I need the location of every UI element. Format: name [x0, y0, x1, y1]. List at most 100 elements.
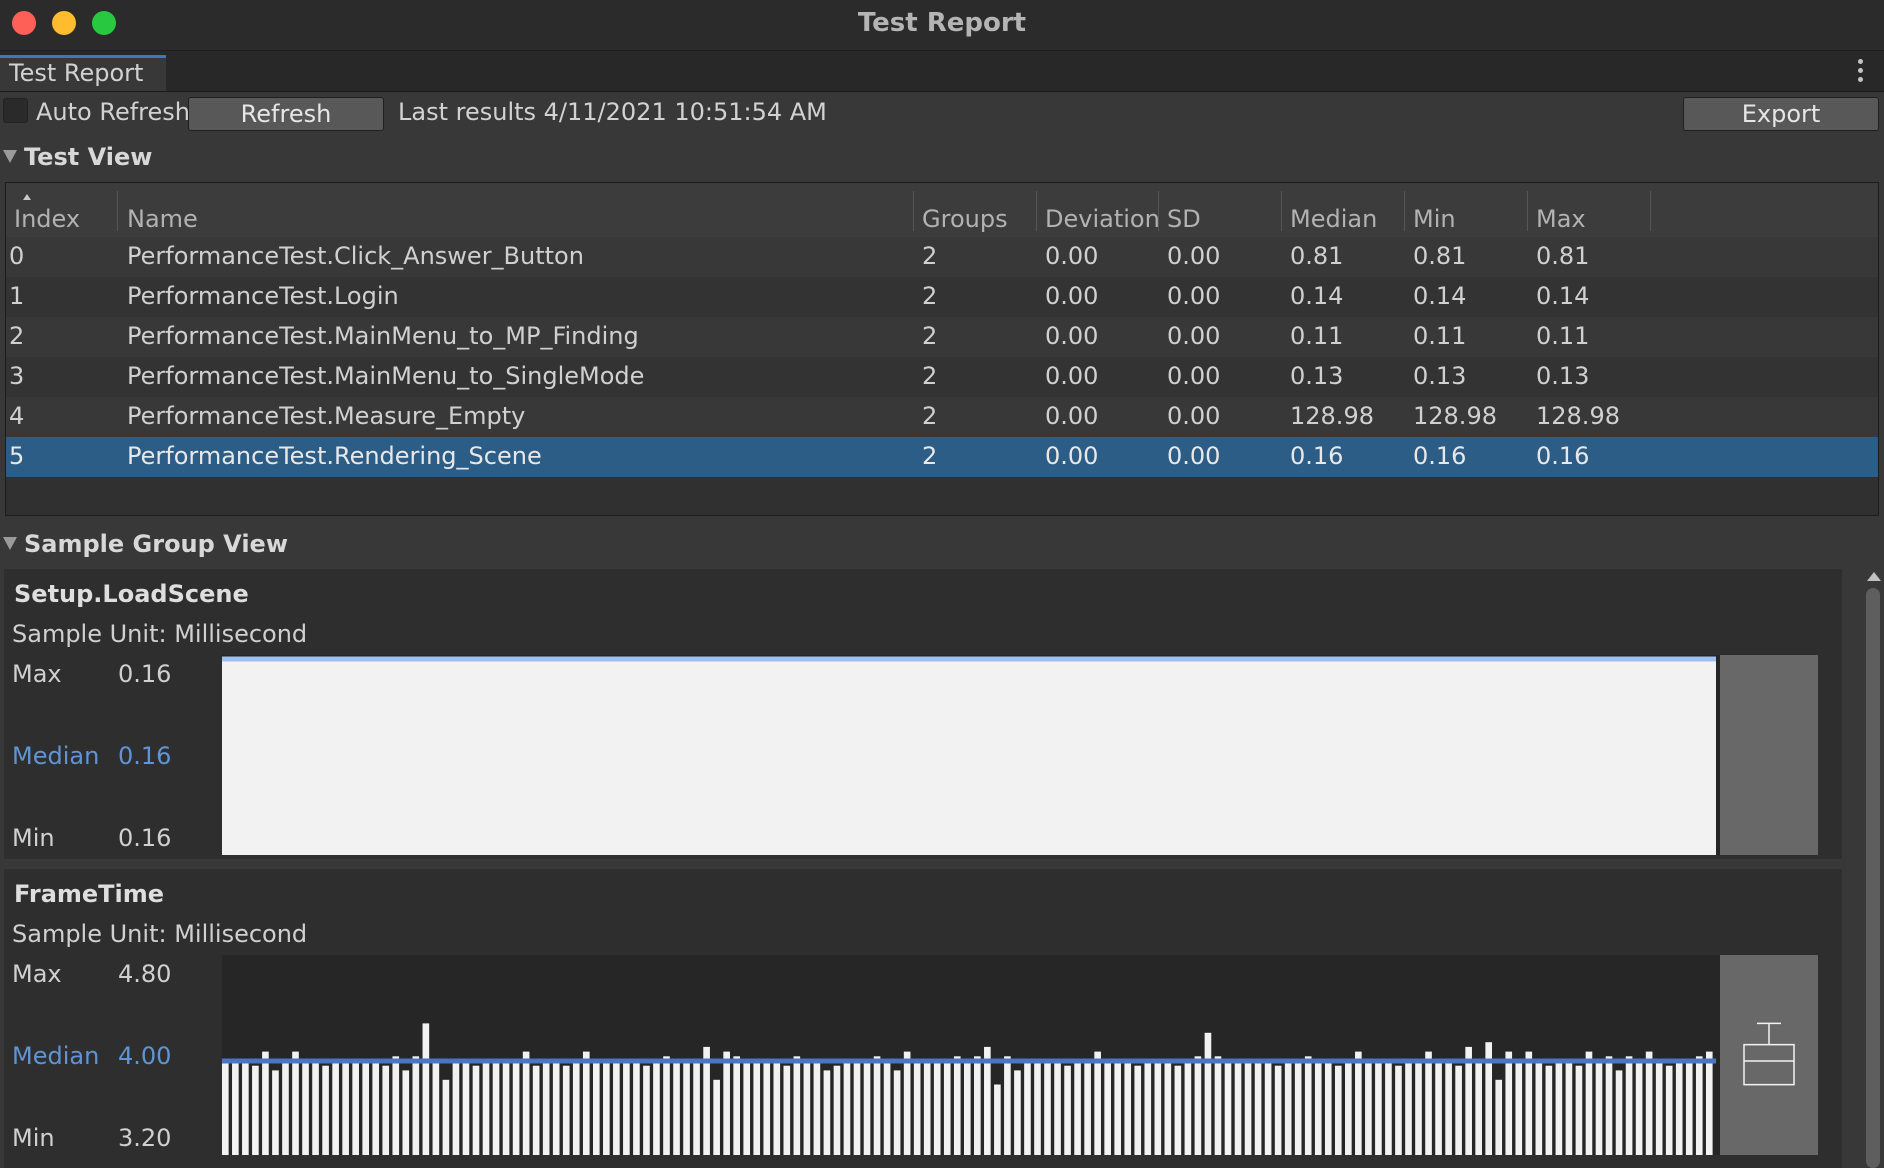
- sample-bar: [1074, 1058, 1081, 1155]
- sample-bar: [392, 1056, 400, 1155]
- col-header-max[interactable]: Max: [1536, 205, 1586, 237]
- sample-bar: [572, 1058, 580, 1155]
- sample-bar: [302, 1058, 309, 1155]
- cell-min: 0.11: [1413, 322, 1467, 350]
- col-header-index[interactable]: Index: [14, 205, 80, 237]
- sample-bar: [582, 1051, 590, 1155]
- sample-bar: [1224, 1058, 1232, 1155]
- sample-bar: [1124, 1061, 1132, 1155]
- auto-refresh-checkbox[interactable]: [3, 98, 28, 123]
- sort-ascending-icon: [23, 194, 31, 200]
- sample-bar: [863, 1058, 871, 1155]
- sample-bar: [883, 1058, 891, 1155]
- sample-bar: [462, 1061, 470, 1155]
- sample-bar: [312, 1058, 319, 1155]
- sample-bar: [1655, 1058, 1663, 1155]
- sample-bar: [512, 1061, 520, 1155]
- sample-bar-chart: [222, 655, 1818, 855]
- foldout-triangle-icon: [3, 150, 17, 163]
- sample-bar: [282, 1058, 289, 1155]
- sample-bar: [482, 1061, 490, 1155]
- sample-bar: [1365, 1061, 1372, 1155]
- sample-bar: [322, 1065, 329, 1155]
- median-line: [222, 656, 1716, 662]
- table-row[interactable]: 1 PerformanceTest.Login 2 0.00 0.00 0.14 0.14 0…: [6, 277, 1878, 317]
- sample-bar: [1304, 1056, 1312, 1155]
- cell-index: 1: [9, 282, 25, 310]
- table-row[interactable]: 3 PerformanceTest.MainMenu_to_SingleMode 2…: [6, 357, 1878, 397]
- cell-index: 3: [9, 362, 25, 390]
- sample-bar: [592, 1061, 600, 1155]
- last-results-text: Last results 4/11/2021 10:51:54 AM: [398, 98, 827, 126]
- cell-max: 0.11: [1536, 322, 1590, 350]
- cell-name: PerformanceTest.MainMenu_to_MP_Finding: [127, 322, 639, 350]
- sample-bar: [773, 1058, 781, 1155]
- sample-bar: [653, 1058, 660, 1155]
- sample-bar: [913, 1061, 921, 1155]
- test-view-title: Test View: [24, 143, 153, 171]
- test-view-foldout[interactable]: Test View: [0, 140, 1884, 176]
- col-header-median[interactable]: Median: [1290, 205, 1377, 237]
- cell-max: 0.14: [1536, 282, 1590, 310]
- boxplot-strip: [1720, 655, 1818, 855]
- min-value: 3.20: [118, 1124, 172, 1152]
- cell-median: 0.16: [1290, 442, 1344, 470]
- table-row[interactable]: 0 PerformanceTest.Click_Answer_Button 2 0.0…: [6, 237, 1878, 277]
- sample-bar: [1415, 1061, 1422, 1155]
- window-title: Test Report: [857, 8, 1027, 38]
- sample-bar: [522, 1051, 530, 1155]
- sample-bar: [1685, 1061, 1693, 1155]
- sample-bar: [1625, 1056, 1633, 1155]
- export-button[interactable]: Export: [1683, 97, 1879, 131]
- vertical-scrollbar[interactable]: [1862, 566, 1882, 1168]
- cell-sd: 0.00: [1167, 402, 1221, 430]
- sample-bar: [1565, 1058, 1573, 1155]
- sample-bar: [823, 1070, 831, 1155]
- sample-bar: [1014, 1070, 1021, 1155]
- table-row[interactable]: 4 PerformanceTest.Measure_Empty 2 0.00 0.00 1…: [6, 397, 1878, 437]
- max-value: 4.80: [118, 960, 172, 988]
- sample-bar: [753, 1058, 761, 1155]
- cell-min: 0.81: [1413, 242, 1467, 270]
- col-header-groups[interactable]: Groups: [922, 205, 1008, 237]
- sample-bar: [803, 1058, 811, 1155]
- col-header-name[interactable]: Name: [127, 205, 198, 237]
- sample-bar: [1375, 1058, 1382, 1155]
- sample-bar: [783, 1065, 791, 1155]
- sample-bar: [1345, 1058, 1352, 1155]
- sample-bar: [1314, 1058, 1322, 1155]
- min-label: Min: [12, 824, 55, 852]
- scrollbar-thumb[interactable]: [1866, 588, 1880, 1168]
- table-row[interactable]: 5 PerformanceTest.Rendering_Scene 2 0.00 0.0…: [6, 437, 1878, 477]
- sample-bar: [963, 1058, 971, 1155]
- sample-bar: [1705, 1051, 1713, 1155]
- sample-bar: [713, 1079, 720, 1155]
- max-label: Max: [12, 960, 62, 988]
- sample-bar: [853, 1058, 861, 1155]
- scroll-up-arrow-icon[interactable]: [1867, 572, 1881, 581]
- sample-bar: [292, 1051, 299, 1155]
- max-label: Max: [12, 660, 62, 688]
- sample-bar: [412, 1056, 420, 1155]
- cell-index: 4: [9, 402, 25, 430]
- sample-bar: [813, 1058, 821, 1155]
- col-header-min[interactable]: Min: [1413, 205, 1456, 237]
- cell-deviation: 0.00: [1045, 242, 1099, 270]
- tab-test-report[interactable]: Test Report: [0, 55, 166, 91]
- sample-bar: [733, 1056, 740, 1155]
- test-table: Index Name Groups Deviation SD Median Mi…: [5, 182, 1879, 516]
- sample-bar: [1615, 1070, 1623, 1155]
- table-row[interactable]: 2 PerformanceTest.MainMenu_to_MP_Finding 2…: [6, 317, 1878, 357]
- sample-bar: [1204, 1032, 1212, 1155]
- col-header-sd[interactable]: SD: [1167, 205, 1201, 237]
- refresh-button[interactable]: Refresh: [188, 97, 384, 131]
- foldout-triangle-icon: [3, 537, 17, 550]
- sample-bar: [222, 1061, 229, 1155]
- group-unit: Sample Unit: Millisecond: [12, 620, 308, 648]
- col-header-deviation[interactable]: Deviation: [1045, 205, 1160, 237]
- sample-group-view-foldout[interactable]: Sample Group View: [0, 527, 1884, 563]
- kebab-menu-icon[interactable]: [1858, 59, 1864, 86]
- sample-bar: [693, 1058, 700, 1155]
- cell-deviation: 0.00: [1045, 442, 1099, 470]
- sample-bar: [1044, 1058, 1051, 1155]
